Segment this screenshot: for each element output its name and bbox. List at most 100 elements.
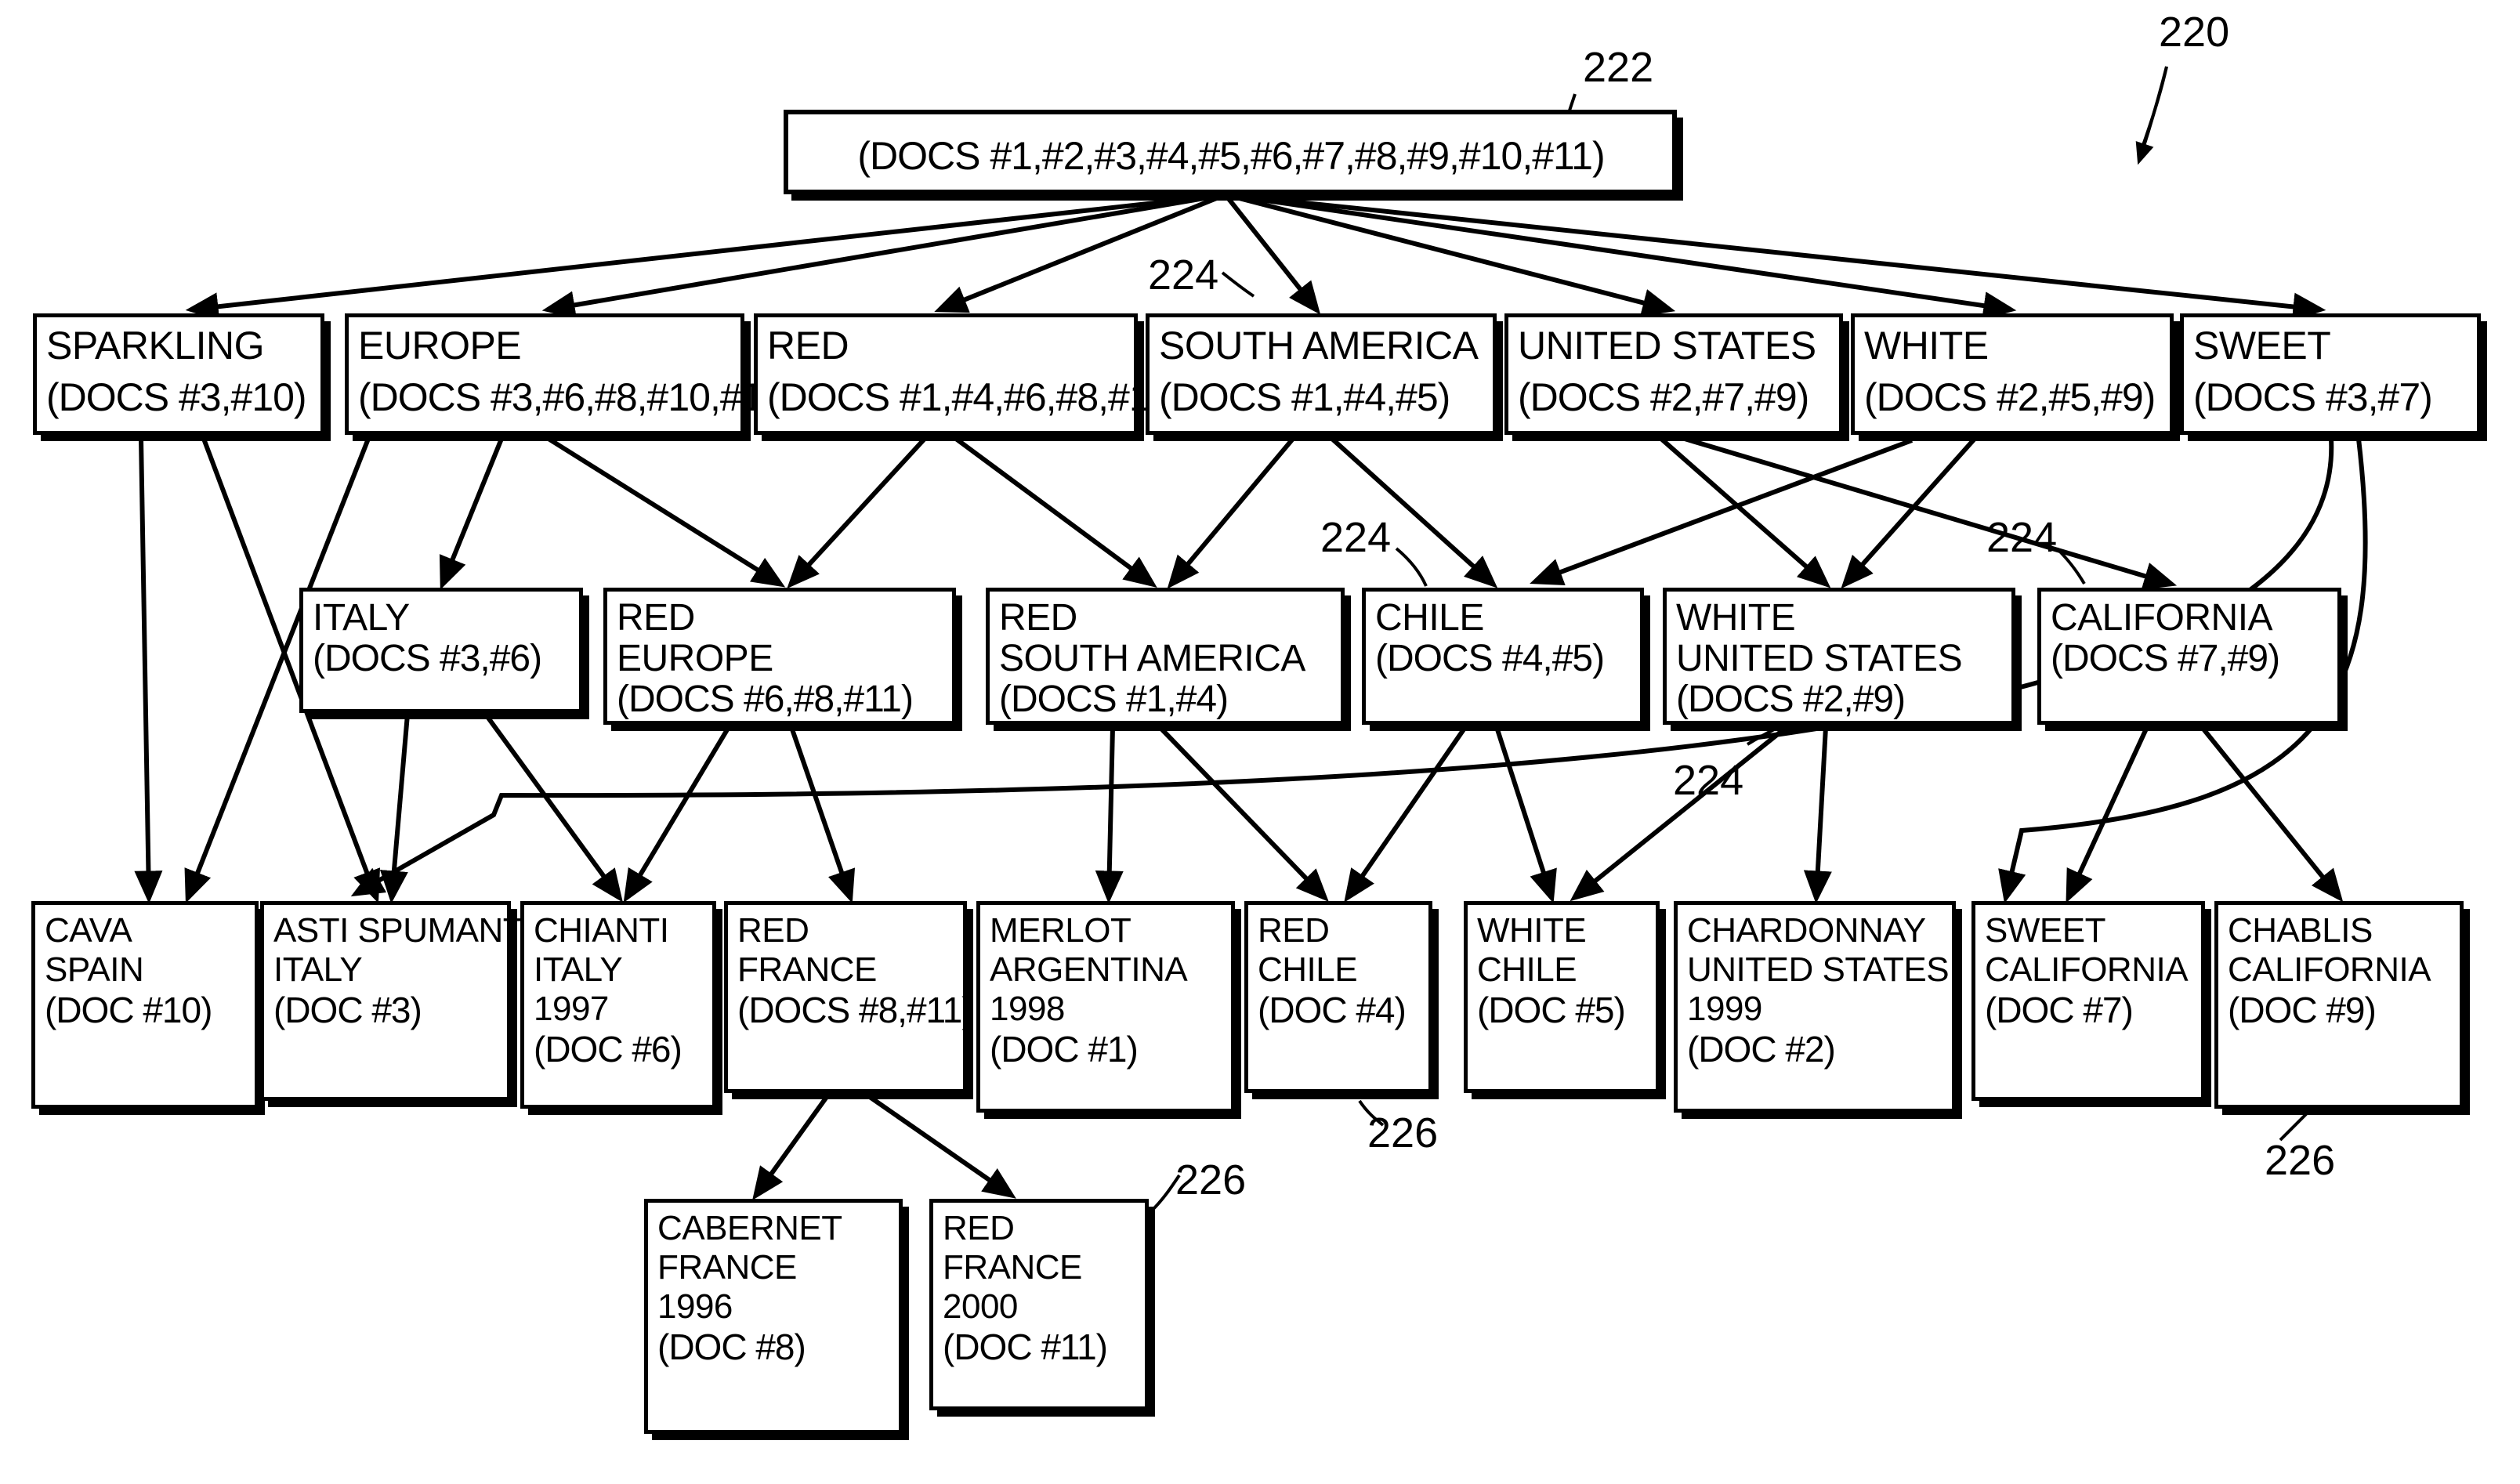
edge-white-to-white-united-states: [1841, 437, 1977, 589]
reference-numeral-226: 226: [1175, 1156, 1247, 1203]
node-white[interactable]: WHITE (DOCS #2,#5,#9): [1851, 313, 2174, 435]
edge-italy-to-asti-spumante-italy: [379, 714, 410, 904]
node-label-line: UNITED STATES: [1518, 324, 1816, 367]
node-label-line: CHILE: [1477, 950, 1577, 989]
node-docs-list: (DOCS #3,#6,#8,#10,#11): [358, 375, 793, 419]
node-europe[interactable]: EUROPE (DOCS #3,#6,#8,#10,#11): [345, 313, 793, 435]
node-chardonnay-united-states[interactable]: CHARDONNAY UNITED STATES 1999 (DOC #2): [1674, 901, 1956, 1113]
node-label-line: WHITE: [1864, 324, 1989, 367]
node-label-line: SPARKLING: [46, 324, 265, 367]
node-docs-list: (DOCS #2,#7,#9): [1518, 375, 1809, 419]
node-label-line: SOUTH AMERICA: [1159, 324, 1479, 367]
node-docs-list: (DOC #6): [534, 1029, 682, 1070]
node-docs-list: (DOC #8): [657, 1327, 806, 1367]
edge-red-to-red-south-america: [954, 436, 1157, 588]
node-label-line: ASTI SPUMANTE: [273, 911, 547, 950]
node-red[interactable]: RED (DOCS #1,#4,#6,#8,#11): [754, 313, 1181, 435]
reference-numeral-226: 226: [1367, 1109, 1439, 1156]
node-red-europe[interactable]: RED EUROPE (DOCS #6,#8,#11): [603, 588, 956, 725]
node-label-line: 1996: [657, 1287, 733, 1326]
edge-root-to-europe: [541, 194, 1219, 320]
node-label-line: SWEET: [1985, 911, 2105, 950]
node-label-line: CALIFORNIA: [1985, 950, 2189, 989]
node-label-line: SWEET: [2193, 324, 2331, 367]
node-white-united-states[interactable]: WHITE UNITED STATES (DOCS #2,#9): [1663, 588, 2015, 725]
node-root[interactable]: (DOCS #1,#2,#3,#4,#5,#6,#7,#8,#9,#10,#11…: [784, 110, 1677, 194]
edge-united-states-to-white-united-states: [1660, 436, 1831, 588]
node-chile[interactable]: CHILE (DOCS #4,#5): [1362, 588, 1644, 725]
edge-root-to-sweet: [1237, 194, 2326, 321]
edge-chile-to-red-chile: [1344, 726, 1468, 903]
edge-california-to-sweet-california: [2066, 726, 2149, 903]
node-south-america[interactable]: SOUTH AMERICA (DOCS #1,#4,#5): [1146, 313, 1497, 435]
node-label-line: ITALY: [273, 950, 363, 989]
node-label-line: UNITED STATES: [1676, 638, 1963, 679]
node-merlot-argentina[interactable]: MERLOT ARGENTINA 1998 (DOC #1): [976, 901, 1235, 1113]
node-california[interactable]: CALIFORNIA (DOCS #7,#9): [2037, 588, 2341, 725]
node-docs-list: (DOCS #1,#4,#6,#8,#11): [767, 375, 1181, 419]
node-label-line: CABERNET: [657, 1209, 842, 1247]
node-docs-list: (DOC #1): [990, 1029, 1139, 1070]
node-label-line: 1998: [990, 990, 1065, 1028]
reference-numeral-224: 224: [1986, 514, 2058, 561]
node-docs-list: (DOC #4): [1258, 990, 1407, 1030]
node-docs-list: (DOCS #1,#2,#3,#4,#5,#6,#7,#8,#9,#10,#11…: [857, 134, 1605, 178]
node-label-line: RED: [999, 597, 1077, 639]
reference-numeral-224: 224: [1673, 757, 1744, 804]
node-docs-list: (DOCS #1,#4,#5): [1159, 375, 1450, 419]
node-label-line: CHILE: [1375, 597, 1484, 639]
node-label-line: CAVA: [45, 911, 132, 950]
edge-south-america-to-chile: [1330, 436, 1498, 588]
node-red-chile[interactable]: RED CHILE (DOC #4): [1244, 901, 1432, 1093]
edge-root-to-white: [1233, 194, 2017, 320]
node-docs-list: (DOCS #6,#8,#11): [617, 679, 914, 720]
node-label-line: 2000: [943, 1287, 1018, 1326]
node-sparkling[interactable]: SPARKLING (DOCS #3,#10): [33, 313, 324, 435]
node-docs-list: (DOC #11): [943, 1327, 1108, 1367]
node-asti-spumante-italy[interactable]: ASTI SPUMANTE ITALY (DOC #3): [260, 901, 547, 1101]
node-docs-list: (DOC #3): [273, 990, 422, 1030]
node-red-france-2000[interactable]: RED FRANCE 2000 (DOC #11): [929, 1199, 1149, 1410]
node-label-line: FRANCE: [737, 950, 877, 989]
reference-numeral-226: 226: [2265, 1137, 2336, 1184]
node-red-south-america[interactable]: RED SOUTH AMERICA (DOCS #1,#4): [986, 588, 1345, 725]
node-label-line: CHARDONNAY: [1687, 911, 1926, 950]
edge-white-to-chile: [1530, 438, 1914, 586]
edge-layer: [134, 66, 2368, 1212]
edge-italy-to-chianti-italy: [483, 713, 623, 903]
edge-red-europe-to-chianti-italy: [623, 726, 731, 903]
node-label-line: UNITED STATES: [1687, 950, 1950, 989]
node-label-line: CALIFORNIA: [2228, 950, 2431, 989]
node-cabernet-france[interactable]: CABERNET FRANCE 1996 (DOC #8): [644, 1199, 903, 1434]
node-chablis-california[interactable]: CHABLIS CALIFORNIA (DOC #9): [2214, 901, 2464, 1109]
node-label-line: RED: [737, 911, 809, 950]
node-italy[interactable]: ITALY (DOCS #3,#6): [299, 588, 583, 713]
node-docs-list: (DOC #9): [2228, 990, 2377, 1030]
node-label-line: SOUTH AMERICA: [999, 638, 1305, 679]
edge-united-states-to-california: [1684, 436, 2178, 590]
edge-white-united-states-to-chardonnay-united-states: [1803, 726, 1832, 904]
edge-california-to-chablis-california: [2200, 726, 2344, 903]
node-label-line: CHILE: [1258, 950, 1358, 989]
node-docs-list: (DOC #2): [1687, 1029, 1836, 1070]
node-united-states[interactable]: UNITED STATES (DOCS #2,#7,#9): [1504, 313, 1843, 435]
edge-root-to-united-states: [1229, 194, 1676, 317]
node-sweet[interactable]: SWEET (DOCS #3,#7): [2180, 313, 2481, 435]
edge-red-europe-to-red-france: [789, 726, 856, 903]
leader-line-224-root: [1221, 271, 1255, 298]
node-cava-spain[interactable]: CAVA SPAIN (DOC #10): [31, 901, 259, 1109]
leader-line-224-right: [2055, 547, 2086, 585]
edge-chile-to-white-chile: [1494, 726, 1557, 903]
node-sweet-california[interactable]: SWEET CALIFORNIA (DOC #7): [1971, 901, 2205, 1101]
node-label-line: RED: [943, 1209, 1015, 1247]
node-red-france[interactable]: RED FRANCE (DOCS #8,#11): [724, 901, 974, 1093]
edge-europe-to-italy: [439, 437, 504, 590]
node-white-chile[interactable]: WHITE CHILE (DOC #5): [1464, 901, 1660, 1093]
edge-root-to-sparkling: [185, 194, 1219, 321]
node-label-line: EUROPE: [617, 638, 773, 679]
reference-numeral-224: 224: [1148, 252, 1219, 299]
node-chianti-italy[interactable]: CHIANTI ITALY 1997 (DOC #6): [520, 901, 716, 1109]
patent-figure-canvas: (DOCS #1,#2,#3,#4,#5,#6,#7,#8,#9,#10,#11…: [0, 0, 2520, 1484]
node-label-line: ITALY: [313, 597, 410, 639]
node-docs-list: (DOCS #3,#7): [2193, 375, 2433, 419]
